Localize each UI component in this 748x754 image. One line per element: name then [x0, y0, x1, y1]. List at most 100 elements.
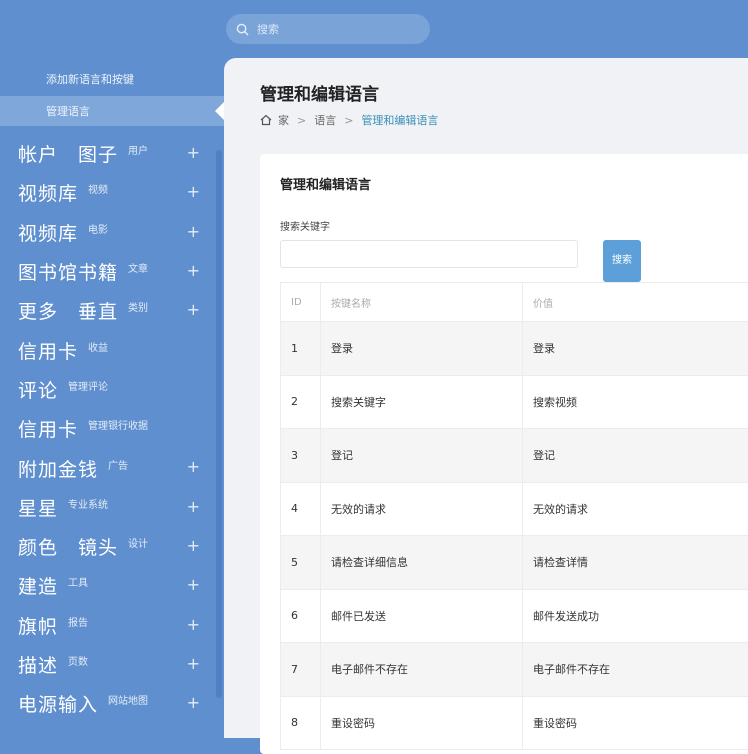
sidebar-item[interactable]: 视频库视频 + — [0, 173, 224, 212]
sidebar-item-sublabel: 管理银行收据 — [88, 417, 148, 432]
header-value[interactable]: 价值 — [523, 283, 748, 322]
sidebar-item-label: 星星 — [18, 494, 58, 521]
sidebar-item-label: 描述 — [18, 651, 58, 678]
table-row[interactable]: 3登记登记 — [281, 429, 748, 483]
sidebar-item-label: 附加金钱 — [18, 455, 98, 482]
cell-key-name: 登录 — [321, 322, 523, 376]
cell-key-name: 电子邮件不存在 — [321, 643, 523, 697]
cell-id: 3 — [281, 429, 321, 483]
sidebar-item[interactable]: 电源输入网站地图 + — [0, 684, 224, 723]
expand-plus-icon[interactable]: + — [187, 693, 200, 712]
keyword-label: 搜索关键字 — [280, 218, 330, 233]
card-title: 管理和编辑语言 — [280, 174, 371, 193]
sidebar-item[interactable]: 附加金钱广告+ — [0, 448, 224, 487]
sidebar-sub-add-language[interactable]: 添加新语言和按键 — [0, 64, 224, 94]
breadcrumb-separator: > — [344, 114, 353, 127]
sidebar-item[interactable]: 更多 垂直类别+ — [0, 291, 224, 330]
table-row[interactable]: 2搜索关键字搜索视频 — [281, 375, 748, 429]
expand-plus-icon[interactable]: + — [187, 143, 200, 162]
sidebar-item-sublabel: 电影 — [88, 221, 108, 236]
table-row[interactable]: 4无效的请求无效的请求 — [281, 482, 748, 536]
cell-key-name: 邮件已发送 — [321, 589, 523, 643]
sidebar-item-sublabel: 文章 — [128, 260, 148, 275]
sidebar-item-label: 信用卡 — [18, 337, 78, 364]
sidebar-item[interactable]: 评论管理评论 — [0, 370, 224, 409]
sidebar-item[interactable]: 描述页数+ — [0, 645, 224, 684]
sidebar-item-sublabel: 视频 — [88, 181, 108, 196]
expand-plus-icon[interactable]: + — [187, 457, 200, 476]
sidebar-item-sublabel: 工具 — [68, 574, 88, 589]
cell-id: 6 — [281, 589, 321, 643]
sidebar-item[interactable]: 星星专业系统+ — [0, 488, 224, 527]
keyword-input[interactable] — [280, 240, 578, 268]
top-bar — [0, 0, 748, 58]
search-box[interactable] — [226, 14, 430, 44]
cell-value: 电子邮件不存在 — [523, 643, 748, 697]
sidebar-item-sublabel: 收益 — [88, 339, 108, 354]
sidebar-item-label: 电源输入 — [18, 690, 98, 717]
table-row[interactable]: 1登录登录 — [281, 322, 748, 376]
table-row[interactable]: 6邮件已发送邮件发送成功 — [281, 589, 748, 643]
cell-value: 登录 — [523, 322, 748, 376]
page-title: 管理和编辑语言 — [260, 80, 379, 105]
search-button[interactable]: 搜索 — [603, 240, 641, 282]
sidebar-item[interactable]: 建造工具 + — [0, 566, 224, 605]
table-row[interactable]: 8重设密码重设密码 — [281, 696, 748, 750]
expand-plus-icon[interactable]: + — [187, 575, 200, 594]
sidebar-item[interactable]: 颜色 镜头设计 + — [0, 527, 224, 566]
sidebar-item-sublabel: 网站地图 — [108, 692, 148, 707]
sidebar-item-sublabel: 用户 — [128, 142, 148, 157]
cell-value: 请检查详情 — [523, 536, 748, 590]
sidebar-item-sublabel: 类别 — [128, 299, 148, 314]
cell-value: 重设密码 — [523, 696, 748, 750]
expand-plus-icon[interactable]: + — [187, 615, 200, 634]
cell-key-name: 请检查详细信息 — [321, 536, 523, 590]
table-row[interactable]: 5请检查详细信息请检查详情 — [281, 536, 748, 590]
sidebar-item[interactable]: 图书馆书籍文章 + — [0, 252, 224, 291]
sidebar-item[interactable]: 旗帜报告+ — [0, 606, 224, 645]
sidebar-item-label: 图书馆书籍 — [18, 258, 118, 285]
sidebar-item-label: 信用卡 — [18, 415, 78, 442]
table-body: 1登录登录2搜索关键字搜索视频3登记登记4无效的请求无效的请求5请检查详细信息请… — [281, 322, 748, 750]
cell-id: 2 — [281, 375, 321, 429]
cell-id: 7 — [281, 643, 321, 697]
expand-plus-icon[interactable]: + — [187, 300, 200, 319]
cell-value: 搜索视频 — [523, 375, 748, 429]
breadcrumb-current: 管理和编辑语言 — [361, 112, 438, 128]
cell-id: 5 — [281, 536, 321, 590]
sidebar-item[interactable]: 信用卡收益 — [0, 330, 224, 369]
main-panel: 管理和编辑语言 家 > 语言 > 管理和编辑语言 管理和编辑语言 搜索关键字 搜… — [224, 58, 748, 738]
breadcrumb: 家 > 语言 > 管理和编辑语言 — [260, 112, 438, 128]
sidebar-item[interactable]: 信用卡管理银行收据 — [0, 409, 224, 448]
home-icon[interactable] — [260, 114, 272, 126]
expand-plus-icon[interactable]: + — [187, 497, 200, 516]
cell-id: 8 — [281, 696, 321, 750]
sidebar-sub-manage-language[interactable]: 管理语言 — [0, 96, 224, 126]
sidebar-item-label: 帐户 图子 — [18, 140, 118, 167]
expand-plus-icon[interactable]: + — [187, 654, 200, 673]
sidebar-item-label: 视频库 — [18, 179, 78, 206]
header-id[interactable]: ID — [281, 283, 321, 322]
sidebar: 添加新语言和按键 管理语言 帐户 图子用户+视频库视频+视频库电影+图书馆书籍文… — [0, 58, 224, 726]
search-input[interactable] — [255, 22, 409, 37]
breadcrumb-language[interactable]: 语言 — [314, 112, 336, 128]
expand-plus-icon[interactable]: + — [187, 261, 200, 280]
cell-id: 1 — [281, 322, 321, 376]
cell-key-name: 无效的请求 — [321, 482, 523, 536]
sidebar-item-label: 建造 — [18, 572, 58, 599]
sidebar-scrollbar[interactable] — [216, 150, 222, 698]
table-row[interactable]: 7电子邮件不存在电子邮件不存在 — [281, 643, 748, 697]
cell-id: 4 — [281, 482, 321, 536]
expand-plus-icon[interactable]: + — [187, 182, 200, 201]
sidebar-item[interactable]: 视频库电影+ — [0, 213, 224, 252]
sidebar-item-label: 评论 — [18, 376, 58, 403]
sidebar-item-label: 颜色 镜头 — [18, 533, 118, 560]
expand-plus-icon[interactable]: + — [187, 222, 200, 241]
expand-plus-icon[interactable]: + — [187, 536, 200, 555]
header-key-name[interactable]: 按键名称 — [321, 283, 523, 322]
sidebar-menu: 帐户 图子用户+视频库视频+视频库电影+图书馆书籍文章+更多 垂直类别+信用卡收… — [0, 134, 224, 723]
sidebar-item-sublabel: 设计 — [128, 535, 148, 550]
cell-key-name: 搜索关键字 — [321, 375, 523, 429]
breadcrumb-home[interactable]: 家 — [278, 112, 289, 128]
sidebar-item[interactable]: 帐户 图子用户 + — [0, 134, 224, 173]
